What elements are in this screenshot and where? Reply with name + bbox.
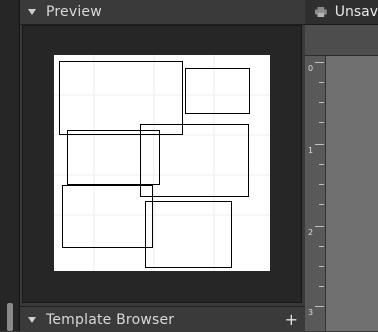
photo-cell	[145, 201, 232, 268]
top-ruler	[305, 25, 378, 56]
preview-panel-title: Preview	[46, 4, 102, 20]
ruler-tick	[319, 102, 324, 103]
preview-panel-header[interactable]: Preview	[20, 0, 308, 25]
ruler-tick	[319, 266, 324, 267]
ruler-tick	[315, 62, 324, 63]
template-browser-header[interactable]: Template Browser +	[20, 306, 308, 332]
ruler-tick	[315, 306, 324, 307]
ruler-tick	[319, 122, 324, 123]
template-browser-title: Template Browser	[46, 311, 175, 328]
layout-thumbnail	[54, 55, 270, 271]
ruler-tick	[319, 164, 324, 165]
ruler-tick	[319, 246, 324, 247]
disclosure-triangle-icon[interactable]	[28, 316, 36, 323]
document-toolbar: Unsav	[305, 0, 378, 25]
photo-cell	[59, 61, 183, 135]
document-area: Unsav 0 1 2 3	[305, 0, 378, 331]
document-canvas[interactable]	[326, 56, 378, 331]
ruler-tick	[315, 144, 324, 145]
gutter-divider	[19, 0, 20, 331]
preview-panel	[22, 25, 302, 303]
ruler-tick	[319, 286, 324, 287]
photo-cell	[185, 68, 250, 114]
vertical-ruler: 0 1 2 3	[305, 56, 326, 331]
left-gutter	[0, 0, 20, 331]
ruler-tick	[319, 82, 324, 83]
ruler-tick	[319, 184, 324, 185]
ruler-tick	[319, 204, 324, 205]
printer-icon[interactable]	[315, 6, 327, 18]
ruler-label: 1	[308, 146, 314, 155]
disclosure-triangle-icon[interactable]	[28, 9, 36, 15]
document-title: Unsav	[334, 4, 378, 20]
add-template-icon[interactable]: +	[285, 310, 298, 329]
layout-preview-page	[54, 55, 270, 271]
photo-cell	[62, 185, 153, 248]
ruler-tick	[315, 226, 324, 227]
scrollbar-thumb[interactable]	[7, 303, 13, 331]
ruler-label: 2	[308, 228, 314, 237]
ruler-label: 0	[308, 64, 314, 73]
photo-cell	[67, 130, 160, 185]
ruler-label: 3	[308, 308, 314, 317]
